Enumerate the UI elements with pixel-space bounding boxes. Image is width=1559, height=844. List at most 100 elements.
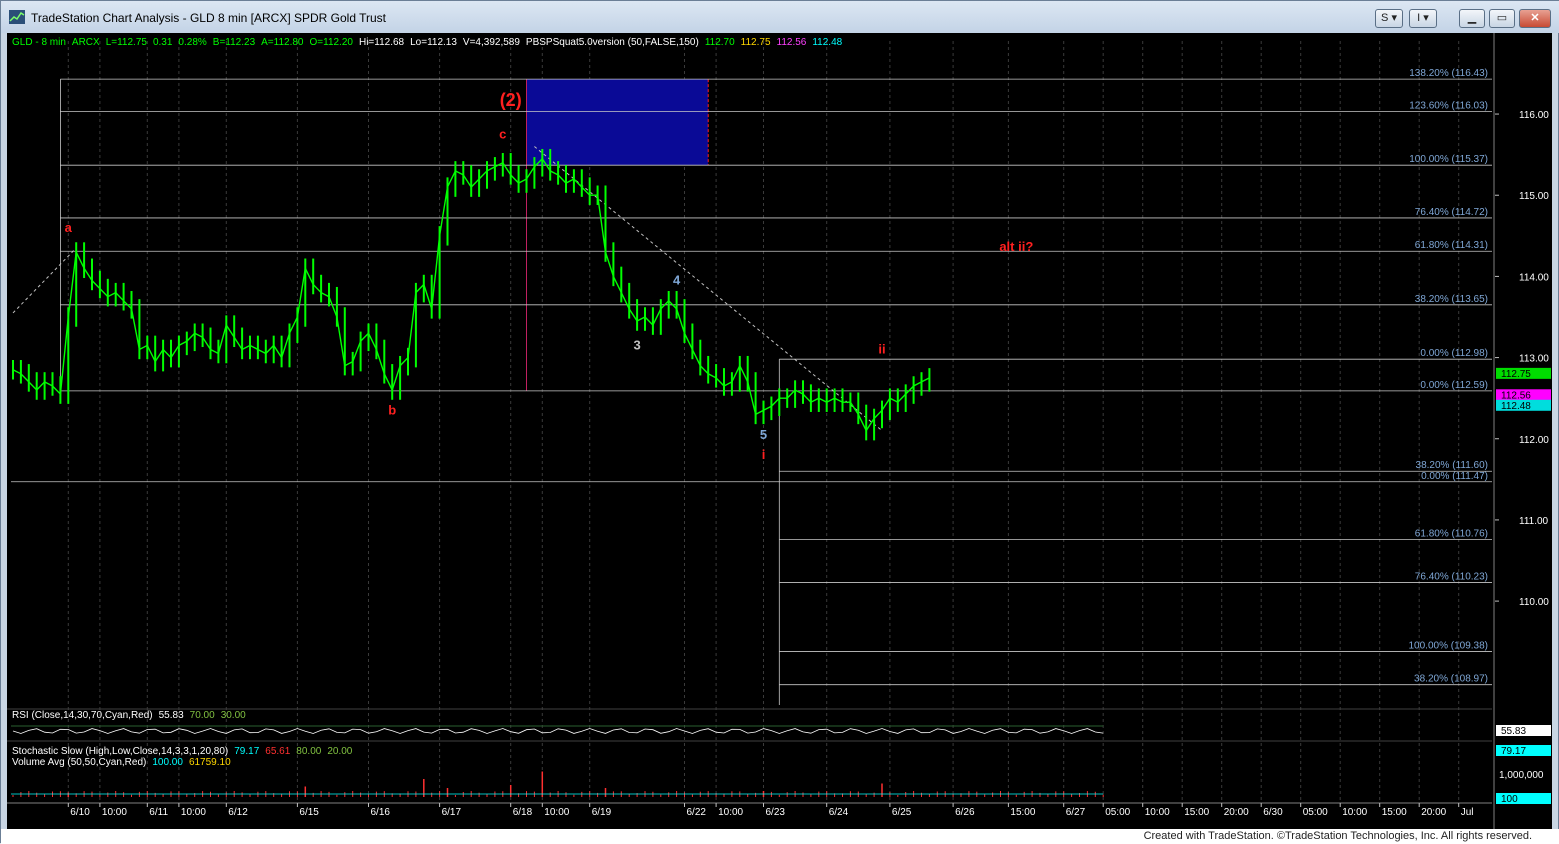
symbol-field: V=4,392,589	[463, 37, 520, 48]
time-tick-label: 10:00	[544, 807, 569, 818]
price-chart[interactable]: 138.20% (116.43) 123.60% (116.03) 100.00% …	[7, 33, 1552, 829]
time-tick-label: 15:00	[1010, 807, 1035, 818]
symbol-field: Lo=112.13	[410, 37, 457, 48]
price-tick-label: 110.00	[1519, 597, 1549, 608]
symbol-field: 0.31	[153, 37, 173, 48]
maximize-icon: ▭	[1496, 12, 1508, 24]
time-tick-label: 15:00	[1382, 807, 1407, 818]
stochastic-label-name: Stochastic Slow (High,Low,Close,14,3,3,1…	[12, 746, 228, 757]
time-tick-label: 6/25	[892, 807, 912, 818]
rsi-label: RSI (Close,14,30,70,Cyan,Red) 55.83 70.00 3…	[12, 710, 246, 721]
stochastic-value: 65.61	[265, 746, 290, 757]
wave-label: ii	[878, 342, 885, 357]
footer-credit: Created with TradeStation. ©TradeStation…	[1143, 830, 1532, 842]
volume-value: 100.00	[152, 757, 183, 768]
minimize-icon: ▁	[1467, 12, 1477, 24]
time-tick-label: 20:00	[1421, 807, 1446, 818]
time-tick-label: 10:00	[1342, 807, 1367, 818]
volume-axis-label: 1,000,000	[1499, 770, 1544, 781]
title-bar[interactable]: TradeStation Chart Analysis - GLD 8 min …	[1, 1, 1559, 33]
price-tick-label: 112.00	[1519, 435, 1549, 446]
chart-grid	[67, 33, 1495, 829]
symbol-field: ARCX	[72, 37, 100, 48]
chevron-down-icon: ▾	[1423, 12, 1429, 24]
wave-label: alt ii?	[999, 239, 1033, 254]
time-tick-label: 6/10	[70, 807, 90, 818]
time-tick-label: 6/17	[442, 807, 462, 818]
footer-bar: Created with TradeStation. ©TradeStation…	[1, 829, 1559, 844]
time-tick-label: Jul	[1461, 807, 1474, 818]
price-axis: 116.00 115.00 114.00 113.00 112.00 111.00 110.…	[1495, 110, 1551, 608]
price-tag-label: 112.48	[1501, 401, 1531, 412]
fib-label-lower: 100.00% (109.38)	[1408, 640, 1488, 651]
minimize-button[interactable]: ▁	[1459, 9, 1485, 28]
application-window: TradeStation Chart Analysis - GLD 8 min …	[0, 0, 1559, 844]
time-tick-label: 6/12	[228, 807, 248, 818]
volume-label-name: Volume Avg (50,50,Cyan,Red)	[12, 757, 146, 768]
fib-label-lower: 38.20% (111.60)	[1416, 460, 1488, 471]
price-tick-label: 113.00	[1519, 354, 1549, 365]
stochastic-value: 80.00	[296, 746, 321, 757]
time-tick-label: 10:00	[181, 807, 206, 818]
stochastic-label: Stochastic Slow (High,Low,Close,14,3,3,1…	[12, 746, 353, 757]
chevron-down-icon: ▾	[1391, 12, 1397, 24]
symbol-field: 112.48	[812, 37, 842, 48]
fib-label-upper: 123.60% (116.03)	[1409, 101, 1488, 112]
i-dropdown-button[interactable]: I ▾	[1409, 9, 1437, 28]
trend-line	[534, 146, 883, 432]
symbol-field: L=112.75	[106, 37, 148, 48]
time-tick-label: 10:00	[1145, 807, 1170, 818]
time-tick-label: 6/16	[371, 807, 391, 818]
symbol-field: O=112.20	[310, 37, 354, 48]
wave-label: (2)	[500, 90, 522, 110]
fibonacci-levels: 138.20% (116.43) 123.60% (116.03) 100.00% …	[11, 68, 1492, 705]
time-tick-label: 6/23	[766, 807, 786, 818]
maximize-button[interactable]: ▭	[1489, 9, 1515, 28]
rsi-value: 55.83	[159, 710, 184, 721]
wave-label: b	[388, 402, 396, 417]
volume-value: 61759.10	[189, 757, 231, 768]
symbol-field: Hi=112.68	[359, 37, 405, 48]
fib-label-upper: 38.20% (113.65)	[1415, 294, 1488, 305]
price-line	[12, 157, 930, 433]
time-tick-label: 6/24	[829, 807, 849, 818]
volume-label: Volume Avg (50,50,Cyan,Red) 100.00 61759.1…	[12, 757, 231, 768]
fib-label-upper: 0.00% (112.59)	[1420, 380, 1488, 391]
price-tick-label: 115.00	[1519, 191, 1549, 202]
time-tick-label: 6/15	[299, 807, 319, 818]
wave-label: 5	[760, 427, 767, 442]
wave-label: 4	[673, 273, 681, 288]
time-tick-label: 10:00	[102, 807, 127, 818]
rsi-value: 30.00	[221, 710, 246, 721]
chart-app-icon	[9, 10, 25, 24]
chart-area[interactable]: 138.20% (116.43) 123.60% (116.03) 100.00% …	[7, 33, 1552, 829]
time-tick-label: 6/18	[513, 807, 533, 818]
indicator-panels: RSI (Close,14,30,70,Cyan,Red) 55.83 70.00 3…	[7, 708, 1551, 805]
s-dropdown-button[interactable]: S ▾	[1375, 9, 1403, 28]
stochastic-value: 20.00	[327, 746, 352, 757]
trend-line	[12, 247, 77, 314]
time-tick-label: 05:00	[1303, 807, 1328, 818]
symbol-field: 0.28%	[178, 37, 206, 48]
fib-label-lower: 38.20% (108.97)	[1414, 674, 1488, 685]
close-button[interactable]: ✕	[1519, 9, 1551, 28]
time-axis: 6/10 10:00 6/11 10:00 6/12 6/15 6/16 6/17 6/18 10…	[7, 802, 1492, 818]
wave-label: 3	[633, 337, 640, 352]
rsi-line	[12, 728, 1104, 734]
symbol-field: A=112.80	[261, 37, 304, 48]
fib-label-upper: 100.00% (115.37)	[1409, 154, 1488, 165]
price-tag-label: 112.75	[1501, 369, 1531, 380]
fib-label-lower: 0.00% (111.47)	[1421, 471, 1488, 482]
time-tick-label: 6/26	[955, 807, 975, 818]
time-tick-label: 6/19	[592, 807, 612, 818]
time-tick-label: 6/11	[149, 807, 168, 818]
price-series	[12, 148, 931, 441]
time-tick-label: 20:00	[1224, 807, 1249, 818]
fib-label-upper: 61.80% (114.31)	[1415, 240, 1488, 251]
wave-2-target-box	[526, 79, 709, 391]
symbol-field: B=112.23	[213, 37, 256, 48]
stochastic-tag-label: 79.17	[1501, 746, 1526, 757]
time-tick-label: 6/22	[687, 807, 707, 818]
price-tick-label: 116.00	[1519, 110, 1549, 121]
fib-label-upper: 76.40% (114.72)	[1415, 207, 1488, 218]
